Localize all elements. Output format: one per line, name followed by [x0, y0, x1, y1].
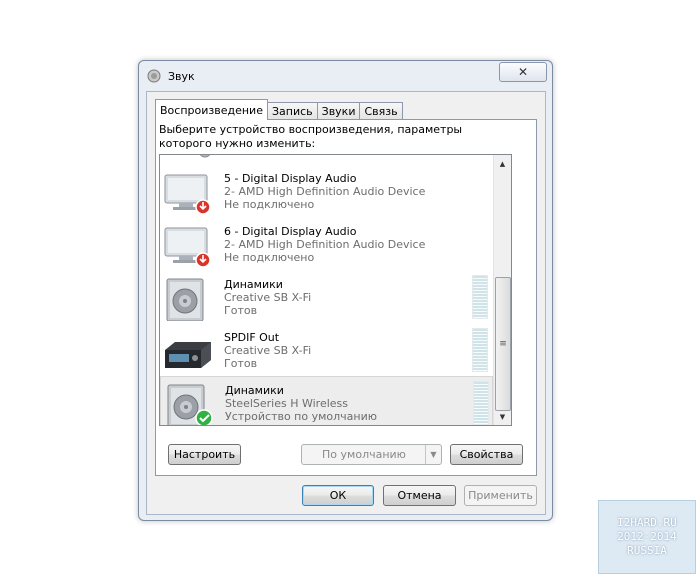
device-name: Динамики — [225, 384, 284, 397]
device-item[interactable]: Динамики Creative SB X-Fi Готов — [160, 271, 493, 324]
arrow-up-icon: ▲ — [499, 159, 506, 168]
speaker-icon-partial — [200, 155, 210, 158]
spdif-device-icon — [165, 342, 211, 368]
device-item[interactable]: 6 - Digital Display Audio 2- AMD High De… — [160, 218, 493, 271]
sound-dialog: Звук ✕ Воспроизведение Запись Звуки Связ… — [138, 60, 553, 521]
device-list-scrollbar[interactable]: ▲ ≡ ▼ — [493, 155, 511, 425]
default-check-icon — [195, 409, 213, 425]
tab-recording[interactable]: Запись — [266, 102, 318, 120]
device-item[interactable]: SPDIF Out Creative SB X-Fi Готов — [160, 324, 493, 377]
device-status: Не подключено — [224, 251, 315, 264]
device-item-default[interactable]: Динамики SteelSeries H Wireless Устройст… — [160, 376, 493, 425]
window-title: Звук — [168, 70, 195, 83]
device-status: Устройство по умолчанию — [225, 410, 378, 423]
device-status: Не подключено — [224, 198, 315, 211]
chevron-down-icon: ▼ — [430, 450, 437, 459]
device-name: 5 - Digital Display Audio — [224, 172, 357, 185]
tab-communications[interactable]: Связь — [359, 102, 403, 120]
configure-button[interactable]: Настроить — [168, 444, 241, 465]
tab-strip: Воспроизведение Запись Звуки Связь — [155, 99, 403, 120]
volume-meter — [472, 328, 488, 372]
set-default-label: По умолчанию — [322, 448, 406, 461]
scroll-down-button[interactable]: ▼ — [494, 408, 511, 425]
volume-meter — [472, 275, 488, 319]
device-driver: Creative SB X-Fi — [224, 291, 312, 304]
grip-icon: ≡ — [499, 339, 507, 349]
tab-playback[interactable]: Воспроизведение — [155, 99, 268, 120]
apply-button[interactable]: Применить — [464, 485, 537, 506]
arrow-down-icon: ▼ — [499, 412, 506, 421]
device-driver: 2- AMD High Definition Audio Device — [224, 238, 426, 251]
speaker-icon — [166, 278, 204, 321]
device-list[interactable]: 5 - Digital Display Audio 2- AMD High De… — [159, 154, 512, 426]
device-status: Готов — [224, 304, 258, 317]
close-button[interactable]: ✕ — [499, 62, 547, 82]
speaker-title-icon — [147, 69, 161, 83]
tab-sounds[interactable]: Звуки — [316, 102, 361, 120]
title-bar[interactable]: Звук ✕ — [139, 61, 552, 91]
speaker-icon — [167, 384, 213, 425]
device-name: Динамики — [224, 278, 283, 291]
scroll-thumb[interactable]: ≡ — [495, 277, 511, 411]
watermark-line: RUSSIA — [627, 544, 667, 557]
close-icon: ✕ — [517, 65, 529, 79]
watermark-line: I2HARD.RU — [617, 516, 677, 529]
site-watermark: I2HARD.RU 2012-2014 RUSSIA — [598, 500, 696, 574]
device-driver: Creative SB X-Fi — [224, 344, 312, 357]
instruction-text: Выберите устройство воспроизведения, пар… — [159, 123, 463, 150]
device-driver: 2- AMD High Definition Audio Device — [224, 185, 426, 198]
watermark-line: 2012-2014 — [617, 530, 677, 543]
monitor-icon — [164, 227, 211, 268]
properties-button[interactable]: Свойства — [450, 444, 523, 465]
disconnected-icon — [195, 252, 211, 268]
device-name: 6 - Digital Display Audio — [224, 225, 357, 238]
set-default-button[interactable]: По умолчанию ▼ — [301, 444, 442, 465]
device-driver: SteelSeries H Wireless — [225, 397, 349, 410]
disconnected-icon — [195, 199, 211, 215]
set-default-dropdown[interactable]: ▼ — [425, 445, 441, 464]
device-status: Готов — [224, 357, 258, 370]
device-name: SPDIF Out — [224, 331, 280, 344]
volume-meter — [473, 381, 489, 425]
cancel-button[interactable]: Отмена — [383, 485, 456, 506]
scroll-up-button[interactable]: ▲ — [494, 155, 511, 172]
ok-button[interactable]: ОК — [302, 485, 374, 506]
device-item[interactable]: 5 - Digital Display Audio 2- AMD High De… — [160, 165, 493, 218]
monitor-icon — [164, 174, 211, 215]
